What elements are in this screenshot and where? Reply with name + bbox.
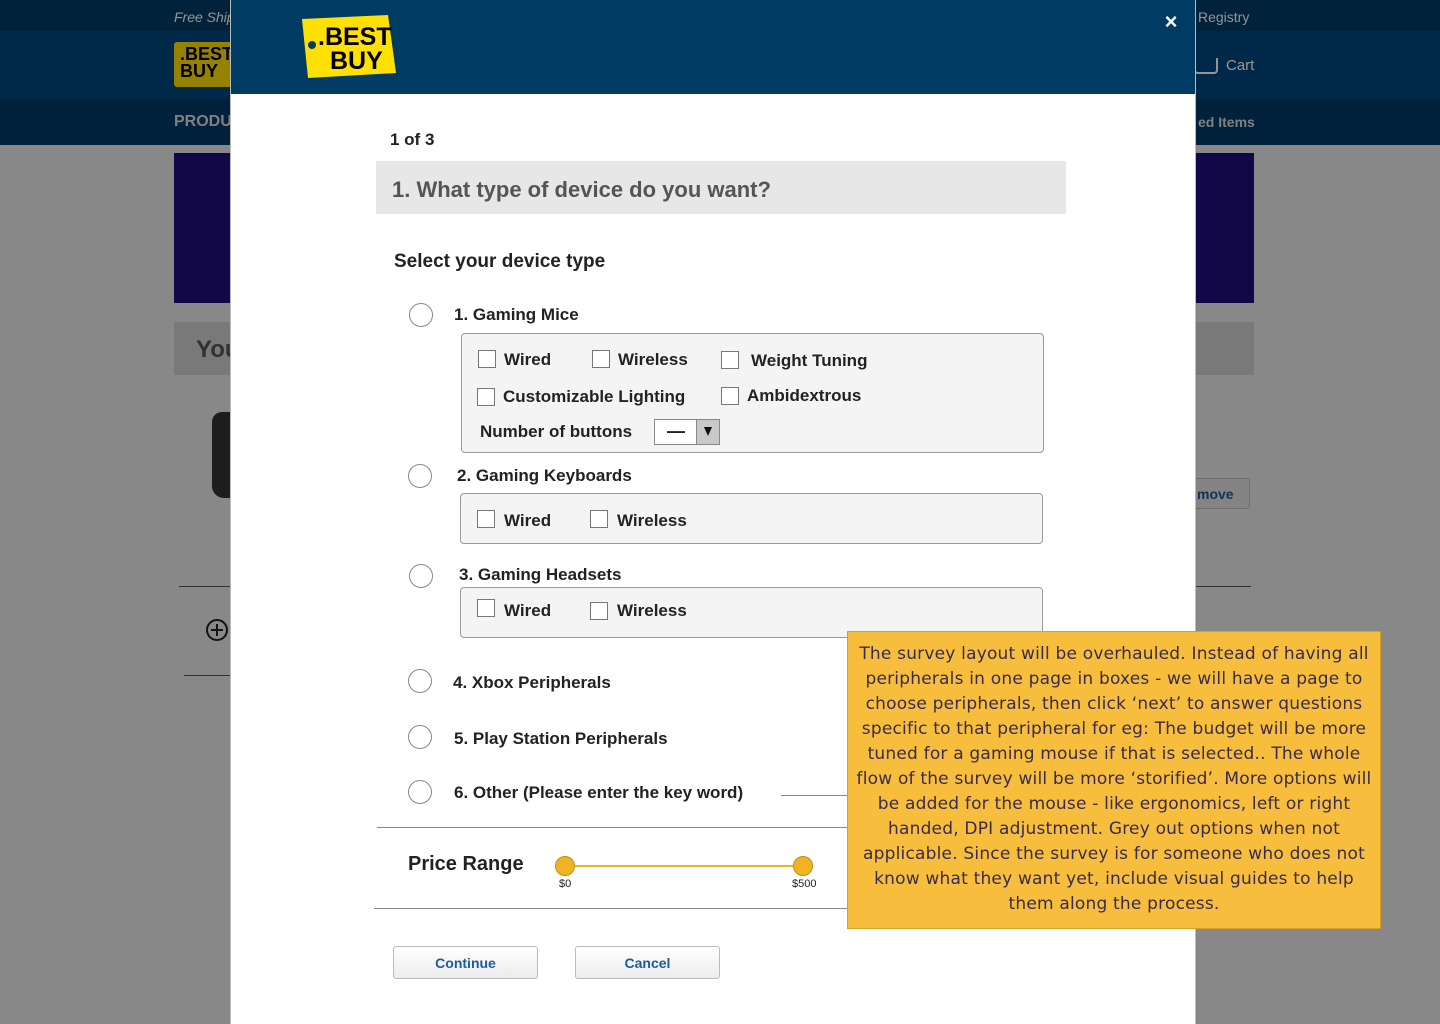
option-gaming-headsets-label: 3. Gaming Headsets bbox=[459, 565, 622, 584]
price-max-label: $500 bbox=[792, 878, 817, 890]
checkbox-keyboards-wireless-label: Wireless bbox=[617, 511, 687, 530]
annotation-note: The survey layout will be overhauled. In… bbox=[847, 631, 1381, 929]
radio-xbox-peripherals[interactable] bbox=[408, 669, 432, 693]
checkbox-headsets-wired[interactable] bbox=[477, 599, 495, 617]
close-button[interactable]: × bbox=[1159, 8, 1183, 36]
checkbox-headsets-wireless[interactable] bbox=[590, 602, 608, 620]
option-gaming-mice-label: 1. Gaming Mice bbox=[454, 305, 579, 324]
device-type-heading: Select your device type bbox=[394, 251, 606, 272]
checkbox-mice-weight-tuning-label: Weight Tuning bbox=[751, 351, 868, 370]
question-title: 1. What type of device do you want? bbox=[392, 177, 771, 202]
modal-header: .BEST BUY × bbox=[231, 0, 1195, 94]
price-min-label: $0 bbox=[559, 878, 572, 890]
radio-gaming-keyboards[interactable] bbox=[408, 464, 432, 488]
chevron-down-icon bbox=[696, 420, 719, 444]
option-gaming-keyboards-label: 2. Gaming Keyboards bbox=[457, 466, 632, 485]
radio-gaming-mice[interactable] bbox=[409, 303, 433, 327]
price-min-handle[interactable] bbox=[555, 856, 575, 876]
checkbox-mice-lighting-label: Customizable Lighting bbox=[503, 387, 686, 406]
checkbox-mice-lighting[interactable] bbox=[477, 388, 495, 406]
continue-button[interactable]: Continue bbox=[393, 946, 538, 979]
checkbox-mice-wired[interactable] bbox=[478, 350, 496, 368]
checkbox-mice-ambidextrous[interactable] bbox=[721, 387, 739, 405]
checkbox-headsets-wired-label: Wired bbox=[504, 601, 552, 620]
option-xbox-peripherals-label: 4. Xbox Peripherals bbox=[453, 673, 611, 692]
question-bar: 1. What type of device do you want? bbox=[376, 161, 1066, 214]
cancel-button-label: Cancel bbox=[624, 955, 671, 971]
number-of-buttons-label: Number of buttons bbox=[480, 422, 633, 441]
checkbox-mice-wired-label: Wired bbox=[504, 350, 552, 369]
checkbox-mice-wireless-label: Wireless bbox=[618, 350, 688, 369]
checkbox-mice-ambidextrous-label: Ambidextrous bbox=[747, 386, 862, 405]
cancel-button[interactable]: Cancel bbox=[575, 946, 720, 979]
price-range-label: Price Range bbox=[408, 853, 524, 875]
annotation-text: The survey layout will be overhauled. In… bbox=[856, 644, 1372, 914]
radio-gaming-headsets[interactable] bbox=[409, 564, 433, 588]
checkbox-mice-weight-tuning[interactable] bbox=[721, 351, 739, 369]
logo-text-line2: BUY bbox=[330, 47, 383, 75]
checkbox-keyboards-wired-label: Wired bbox=[504, 511, 552, 530]
number-of-buttons-select[interactable]: — bbox=[654, 419, 720, 445]
step-indicator: 1 of 3 bbox=[390, 130, 435, 149]
price-range-track[interactable] bbox=[565, 865, 803, 867]
continue-button-label: Continue bbox=[435, 955, 496, 971]
gaming-keyboards-options-box: Wired Wireless bbox=[460, 493, 1043, 544]
price-max-handle[interactable] bbox=[793, 856, 813, 876]
checkbox-keyboards-wired[interactable] bbox=[477, 510, 495, 528]
checkbox-headsets-wireless-label: Wireless bbox=[617, 601, 687, 620]
radio-other[interactable] bbox=[408, 780, 432, 804]
checkbox-mice-wireless[interactable] bbox=[592, 350, 610, 368]
gaming-mice-options-box: Wired Wireless Weight Tuning Customizabl… bbox=[461, 333, 1044, 453]
option-other-label: 6. Other (Please enter the key word) bbox=[454, 783, 744, 802]
number-of-buttons-value: — bbox=[667, 421, 685, 441]
checkbox-keyboards-wireless[interactable] bbox=[590, 510, 608, 528]
best-buy-logo: .BEST BUY bbox=[302, 15, 396, 78]
radio-playstation-peripherals[interactable] bbox=[408, 725, 432, 749]
option-playstation-peripherals-label: 5. Play Station Peripherals bbox=[454, 729, 668, 748]
